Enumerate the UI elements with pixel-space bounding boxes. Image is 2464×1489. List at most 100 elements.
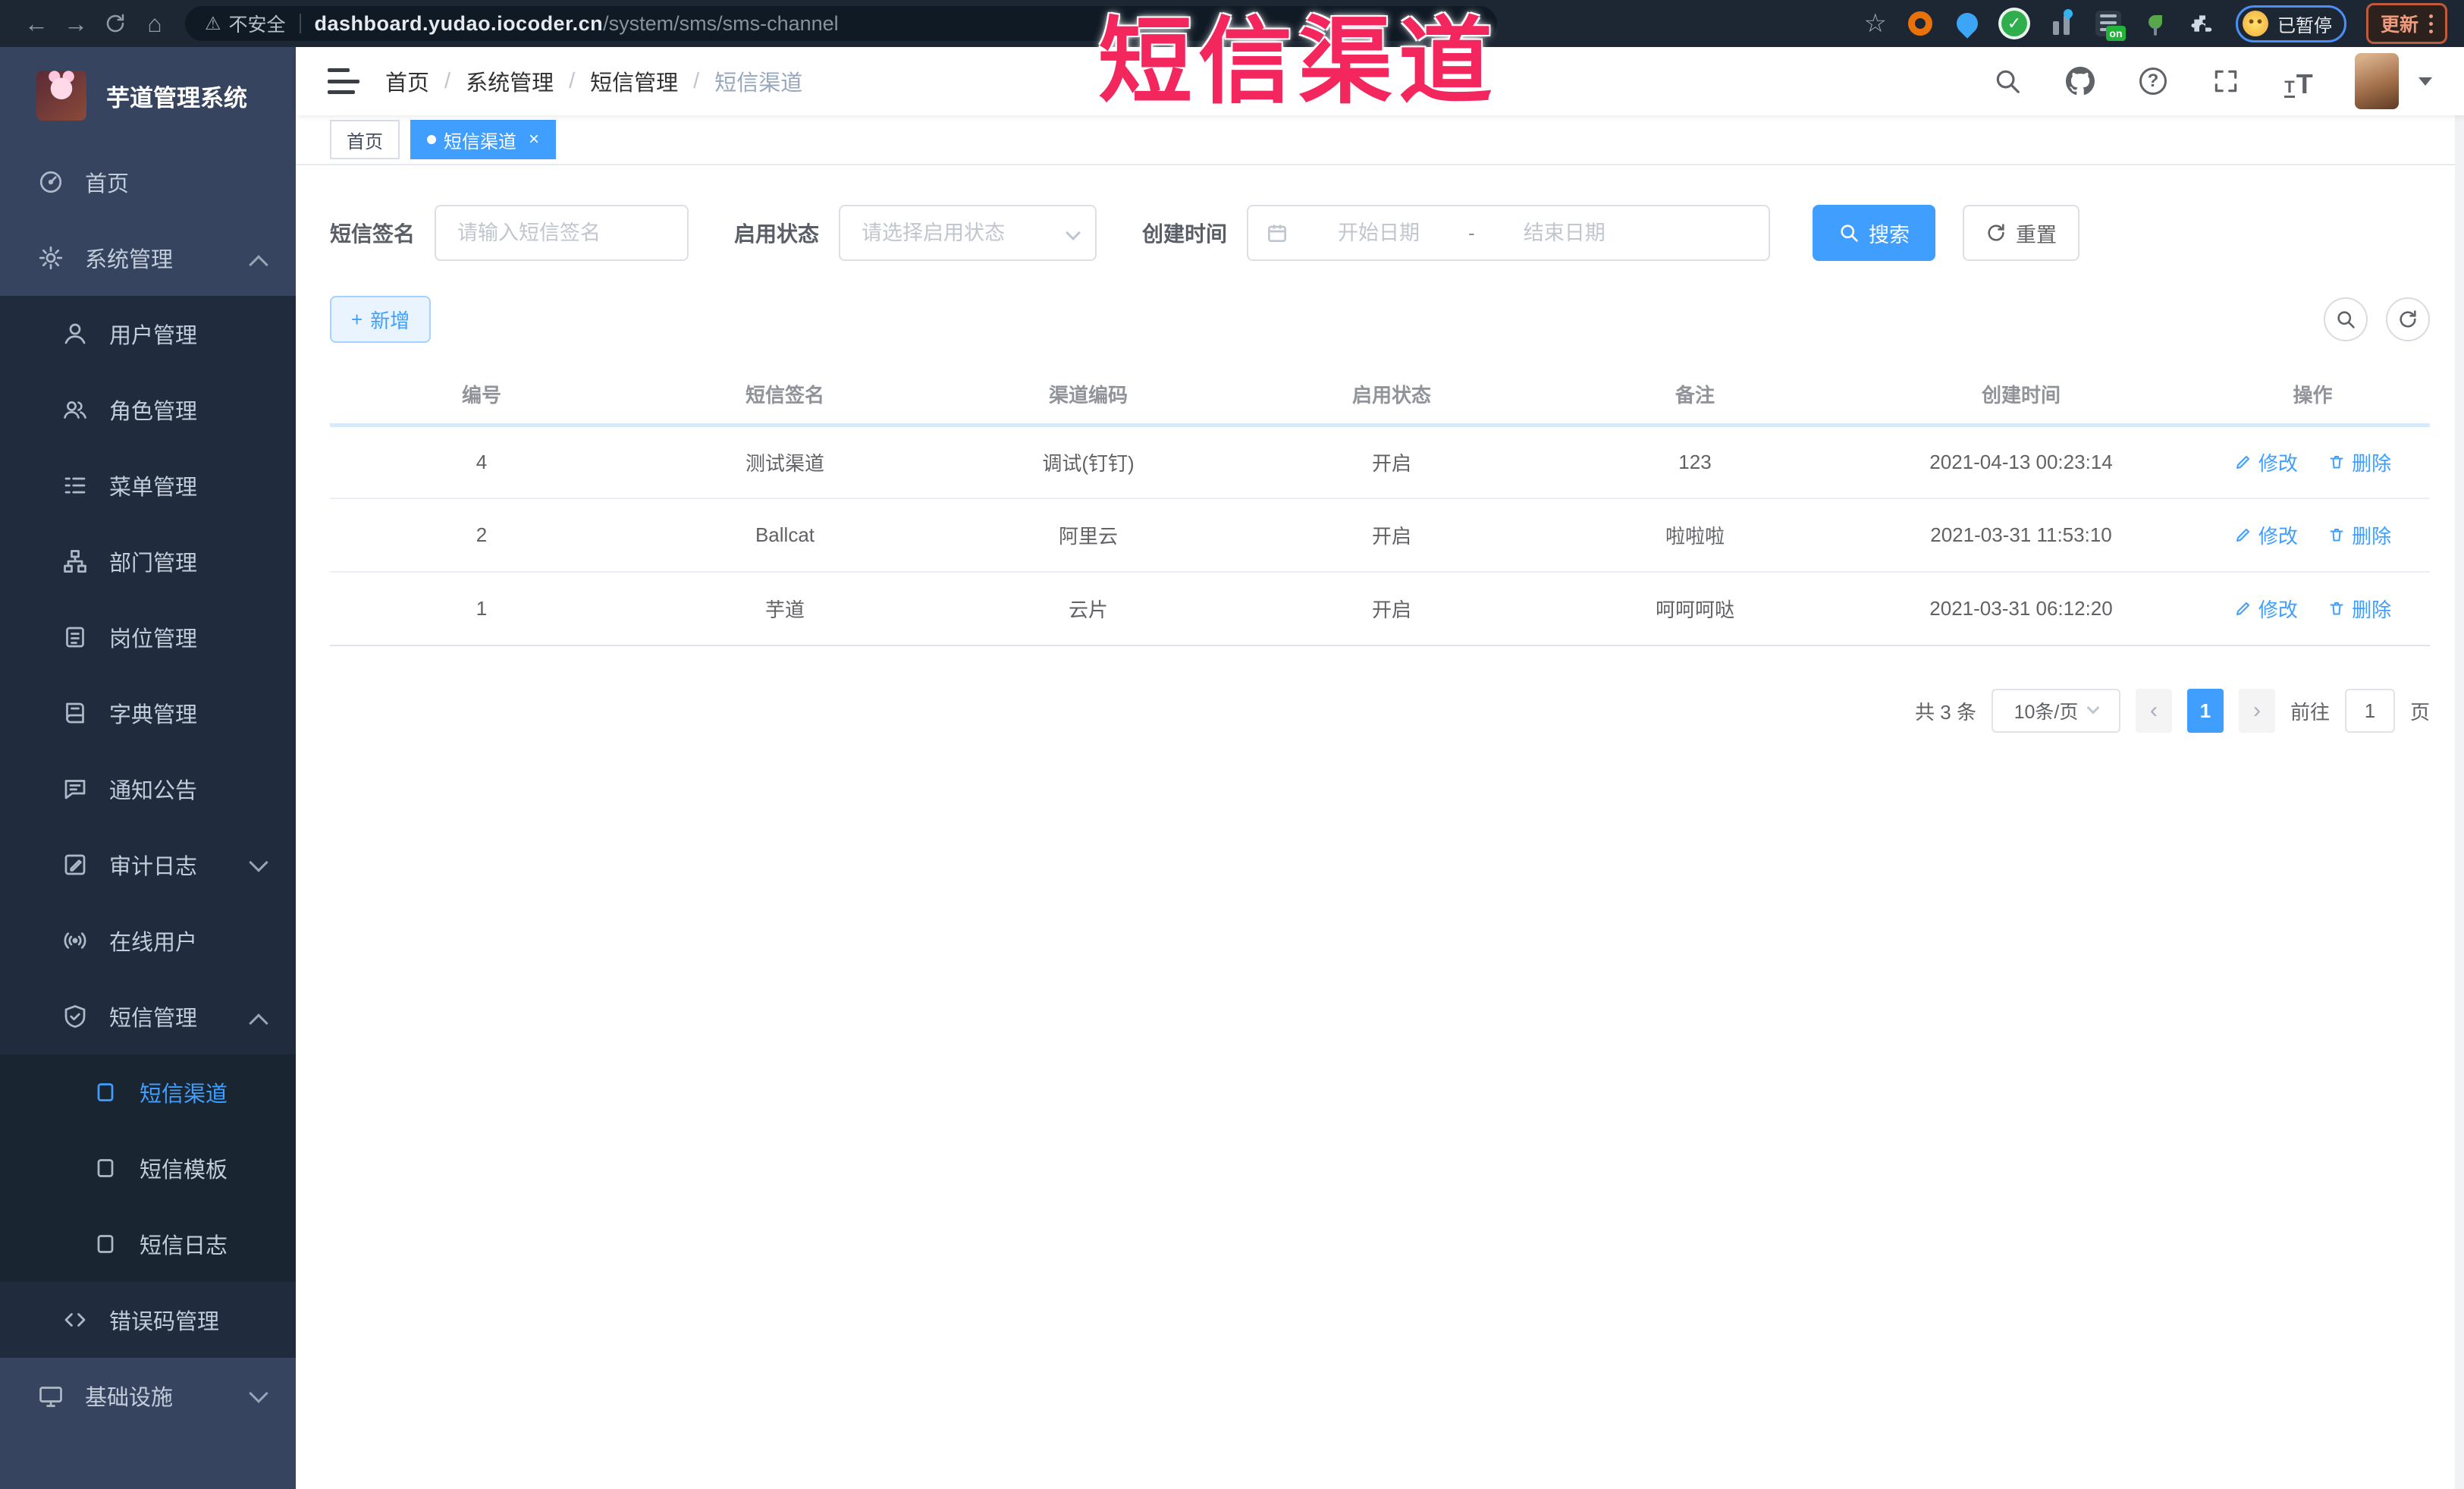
reset-button[interactable]: 重置 [1963,205,2080,261]
search-icon [1841,225,1858,242]
sidebar-item-label: 基础设施 [85,1386,174,1410]
github-icon[interactable] [2064,64,2097,98]
extension-icon-green-check[interactable]: ✓ [2001,10,2028,37]
date-start-input[interactable] [1295,221,1463,245]
cell-remark: 123 [1543,425,1847,499]
help-icon[interactable]: ? [2136,64,2170,98]
edit-link[interactable]: 修改 [2234,448,2298,476]
font-size-icon[interactable]: TT [2282,64,2315,98]
sidebar-toggle-button[interactable] [328,68,359,94]
cell-created: 2021-04-13 00:23:14 [1847,425,2196,499]
trash-icon [2330,456,2343,469]
breadcrumb-separator: / [693,68,700,93]
edit-link[interactable]: 修改 [2234,595,2298,623]
status-select-input[interactable] [839,205,1097,261]
cell-id: 2 [330,498,633,573]
sidebar-item-roles[interactable]: 角色管理 [0,372,296,448]
toggle-search-button[interactable] [2324,297,2368,341]
sidebar-item-sms[interactable]: 短信管理 [0,979,296,1054]
delete-link[interactable]: 删除 [2327,595,2391,623]
divider [299,14,301,33]
forward-icon: → [64,9,88,37]
extension-icon-location[interactable] [1952,8,1982,39]
prev-page-button[interactable]: ‹ [2135,689,2172,733]
sidebar-item-users[interactable]: 用户管理 [0,296,296,372]
sidebar-item-label: 短信管理 [109,1007,198,1031]
sidebar-item-posts[interactable]: 岗位管理 [0,599,296,675]
sign-input[interactable] [435,205,689,261]
sidebar-item-system[interactable]: 系统管理 [0,220,296,296]
audit-log-icon [61,850,89,879]
extension-icon-vpn[interactable]: on [2095,10,2126,41]
sidebar-item-label: 字典管理 [109,703,198,727]
header-search-icon[interactable] [1991,64,2024,98]
gear-icon [36,243,65,272]
next-page-button[interactable]: › [2238,689,2275,733]
browser-reload-button[interactable] [96,6,135,41]
sidebar-item-label: 短信渠道 [140,1082,228,1107]
date-end-input[interactable] [1480,221,1648,245]
goto-page-input[interactable] [2344,689,2395,733]
breadcrumb-separator: / [444,68,451,93]
sidebar-item-home[interactable]: 首页 [0,144,296,220]
tampermonkey-paused-badge[interactable]: 已暂停 [2235,5,2346,42]
cell-status: 开启 [1240,572,1543,646]
sidebar-item-menus[interactable]: 菜单管理 [0,448,296,523]
sidebar-item-sms-log[interactable]: 短信日志 [0,1206,296,1282]
date-range-picker[interactable]: - [1247,205,1771,261]
edit-link[interactable]: 修改 [2234,521,2298,549]
extension-icon-bars[interactable] [2048,7,2075,37]
cell-status: 开启 [1240,425,1543,499]
sidebar-item-dict[interactable]: 字典管理 [0,675,296,751]
sidebar-item-audit-log[interactable]: 审计日志 [0,827,296,903]
browser-forward-button[interactable]: → [56,6,96,41]
sidebar-item-infra[interactable]: 基础设施 [0,1358,296,1434]
sidebar: 芋道管理系统 首页 系统管理 用户管理 角色管理 菜单管理 部门管理 岗位管理 … [0,47,296,1489]
breadcrumb-system[interactable]: 系统管理 [466,65,554,97]
sidebar-item-label: 错误码管理 [109,1310,220,1334]
sidebar-item-online-users[interactable]: 在线用户 [0,903,296,979]
extensions-puzzle-icon[interactable] [2189,10,2216,37]
sidebar-logo[interactable]: 芋道管理系统 [0,47,296,144]
logo-image [36,71,86,121]
browser-home-button[interactable]: ⌂ [135,6,174,41]
breadcrumb-home[interactable]: 首页 [385,65,429,97]
sidebar-item-sms-template[interactable]: 短信模板 [0,1130,296,1206]
page-number-1[interactable]: 1 [2186,689,2224,733]
tab-home[interactable]: 首页 [330,120,400,159]
search-button[interactable]: 搜索 [1813,205,1936,261]
sidebar-item-notice[interactable]: 通知公告 [0,751,296,827]
square-icon [91,1078,120,1107]
sidebar-item-sms-channel[interactable]: 短信渠道 [0,1054,296,1130]
refresh-table-button[interactable] [2386,297,2430,341]
bookmark-star-icon[interactable]: ☆ [1864,8,1887,39]
tab-sms-channel[interactable]: 短信渠道 × [410,120,557,159]
pagination: 共 3 条 10条/页 ‹ 1 › 前往 页 [330,689,2430,733]
extension-icon-plant[interactable] [2142,10,2169,37]
fullscreen-icon[interactable] [2209,64,2243,98]
code-icon [61,1305,89,1334]
extension-icon-orange[interactable] [1907,10,1934,37]
delete-link[interactable]: 删除 [2327,448,2391,476]
reload-icon [106,14,124,33]
warning-icon: ⚠ [205,13,221,34]
cell-remark: 呵呵呵哒 [1543,572,1847,646]
back-icon: ← [24,9,49,37]
page-size-select[interactable]: 10条/页 [1991,689,2120,733]
close-icon[interactable]: × [529,129,539,150]
sidebar-item-error-code[interactable]: 错误码管理 [0,1282,296,1358]
page-scrollbar[interactable] [2455,47,2464,1489]
chrome-menu-icon[interactable] [2429,14,2433,33]
sidebar-item-depts[interactable]: 部门管理 [0,523,296,599]
status-select[interactable] [839,205,1097,261]
avatar[interactable] [2355,53,2399,109]
address-bar[interactable]: ⚠ 不安全 dashboard.yudao.iocoder.cn /system… [185,6,1497,41]
online-signal-icon [61,926,89,955]
add-button[interactable]: + 新增 [330,296,432,343]
delete-link[interactable]: 删除 [2327,521,2391,549]
security-label[interactable]: 不安全 [229,10,286,37]
breadcrumb-sms[interactable]: 短信管理 [590,65,678,97]
chrome-update-button[interactable]: 更新 [2365,3,2447,44]
avatar-caret-down-icon[interactable] [2418,77,2432,86]
browser-back-button[interactable]: ← [17,6,56,41]
